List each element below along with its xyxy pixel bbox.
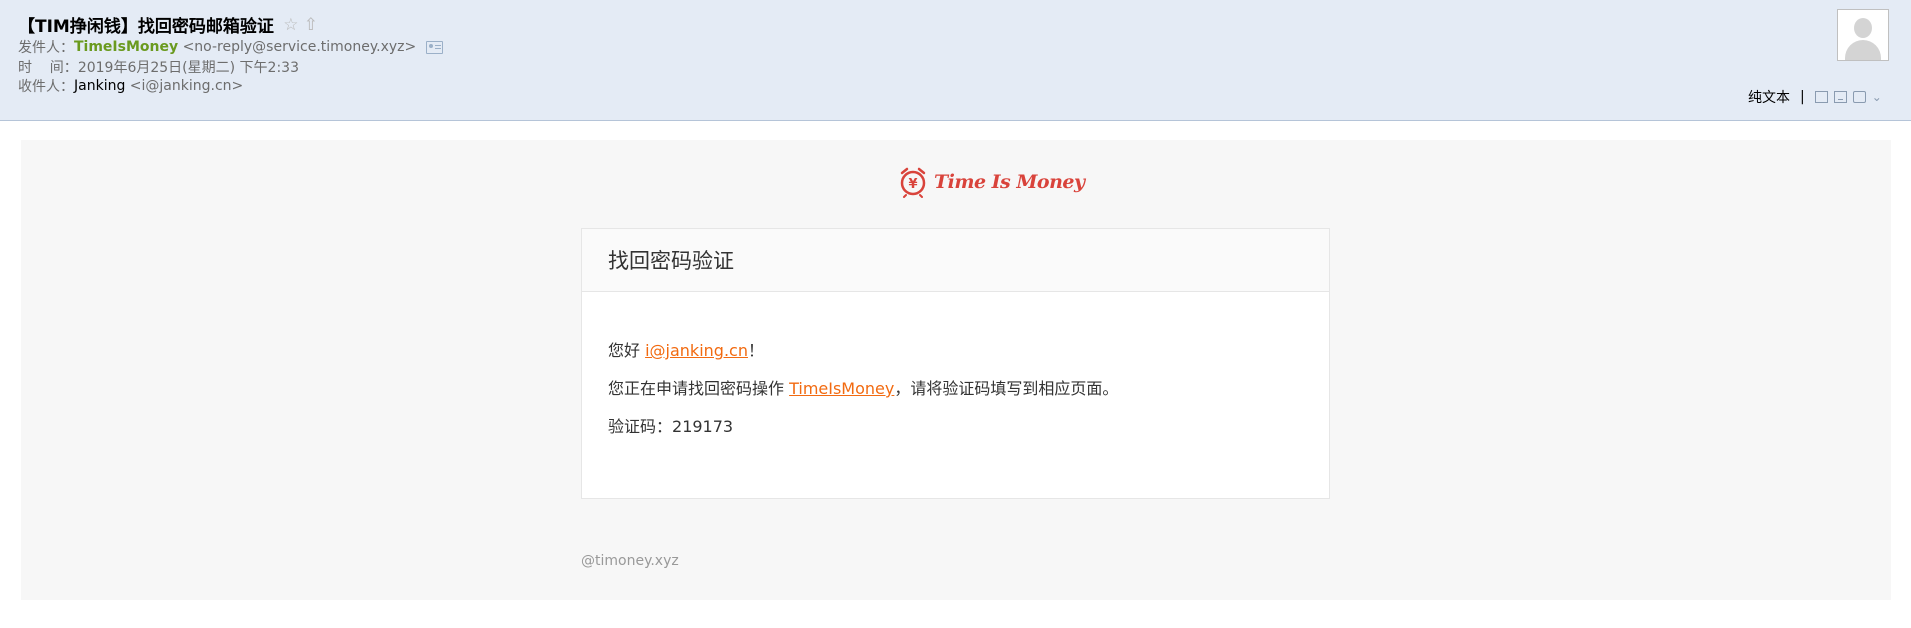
site-link[interactable]: TimeIsMoney [789, 379, 894, 398]
time-label: 时 间： [18, 60, 78, 76]
footer-domain: @timoney.xyz [581, 553, 679, 569]
brand-logo: ¥ Time Is Money [898, 166, 1085, 198]
instruction-line: 您正在申请找回密码操作 TimeIsMoney，请将验证码填写到相应页面。 [608, 379, 1119, 398]
print-icon[interactable] [1852, 91, 1866, 103]
code-label: 验证码： [608, 417, 673, 436]
from-label: 发件人： [18, 40, 74, 56]
to-row: 收件人： Janking <i@janking.cn> [18, 76, 243, 96]
greeting-line: 您好 i@janking.cn！ [608, 341, 764, 360]
chevron-down-icon[interactable]: ⌄ [1872, 90, 1882, 104]
alarm-clock-icon: ¥ [900, 167, 926, 198]
time-value: 2019年6月25日(星期二) 下午2:33 [77, 60, 299, 76]
time-row: 时 间： 2019年6月25日(星期二) 下午2:33 [18, 57, 299, 77]
subject-text: 【TIM挣闲钱】找回密码邮箱验证 [18, 17, 274, 37]
mail-body: ¥ Time Is Money 找回密码验证 您好 i@janking.cn！ … [21, 140, 1891, 600]
star-icon[interactable]: ☆ [282, 15, 300, 35]
recipient-name[interactable]: Janking [74, 78, 125, 94]
to-label: 收件人： [18, 79, 74, 95]
flag-icon[interactable]: ⇧ [302, 15, 320, 35]
card-title: 找回密码验证 [582, 229, 1329, 292]
svg-text:¥: ¥ [908, 177, 917, 192]
brand-name: Time Is Money [934, 171, 1085, 193]
mail-toolbar: 纯文本 | ⌄ [1748, 87, 1882, 107]
contact-card-icon[interactable] [426, 40, 444, 54]
toolbar-separator: | [1800, 89, 1805, 105]
avatar[interactable] [1837, 9, 1889, 61]
mail-subject: 【TIM挣闲钱】找回密码邮箱验证 ☆ ⇧ [18, 12, 320, 38]
from-row: 发件人： TimeIsMoney <no-reply@service.timon… [18, 37, 444, 57]
code-line: 验证码：219173 [608, 413, 733, 437]
sender-email: <no-reply@service.timoney.xyz> [182, 39, 417, 55]
recipient-link[interactable]: i@janking.cn [645, 341, 748, 360]
plain-text-button[interactable]: 纯文本 [1748, 87, 1790, 107]
mail-header: 【TIM挣闲钱】找回密码邮箱验证 ☆ ⇧ 发件人： TimeIsMoney <n… [0, 0, 1911, 121]
window-icon[interactable] [1814, 91, 1828, 103]
sender-name[interactable]: TimeIsMoney [74, 39, 178, 55]
recipient-email: <i@janking.cn> [129, 78, 244, 94]
download-icon[interactable] [1833, 91, 1847, 103]
verification-code: 219173 [672, 417, 734, 436]
verification-card: 找回密码验证 您好 i@janking.cn！ 您正在申请找回密码操作 Time… [581, 228, 1330, 499]
